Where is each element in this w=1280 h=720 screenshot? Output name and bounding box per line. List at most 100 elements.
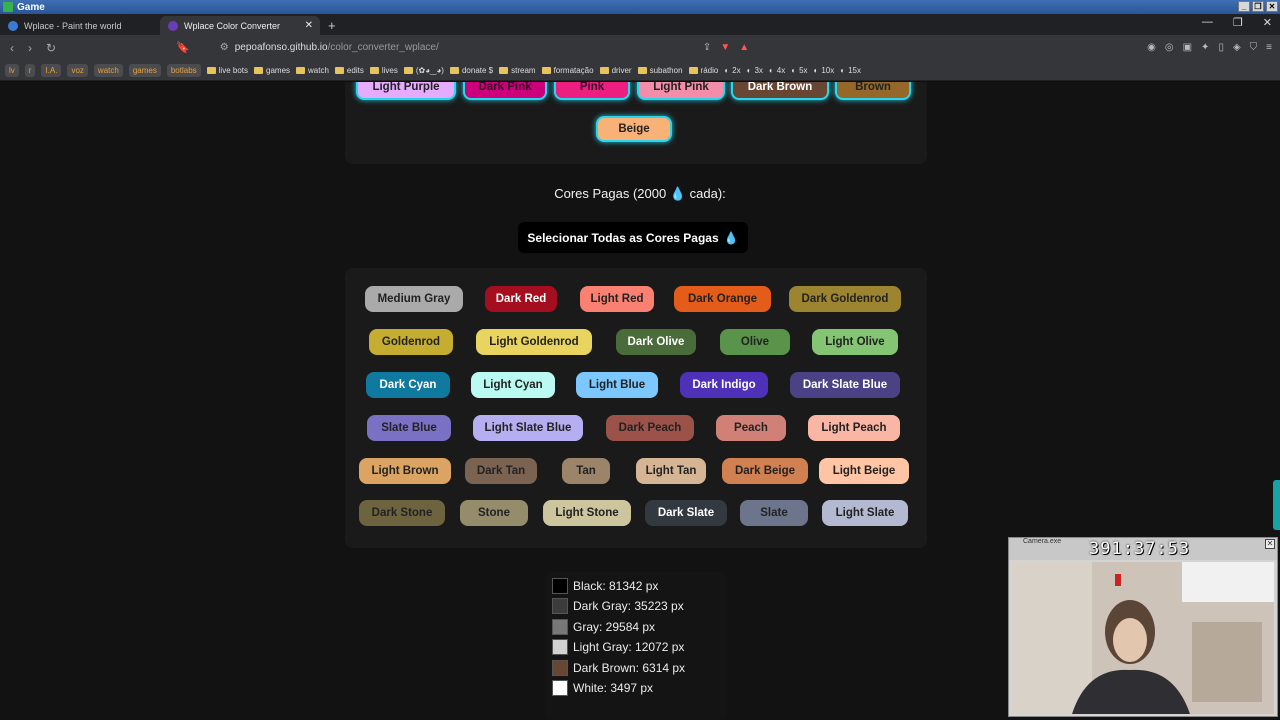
color-chip[interactable]: Tan: [562, 458, 610, 484]
share-icon[interactable]: ⇪: [703, 42, 711, 53]
bookmark-item[interactable]: edits: [334, 66, 364, 75]
color-chip[interactable]: Light Purple: [356, 82, 456, 100]
color-chip[interactable]: Beige: [596, 116, 672, 142]
color-chip[interactable]: Olive: [720, 329, 790, 355]
heading-suffix: cada):: [689, 186, 726, 201]
color-chip[interactable]: Dark Stone: [359, 500, 445, 526]
color-chip[interactable]: Dark Red: [485, 286, 557, 312]
maximize-icon[interactable]: ❐: [1233, 16, 1243, 29]
color-chip[interactable]: Stone: [460, 500, 528, 526]
browser-tab-converter[interactable]: Wplace Color Converter ✕: [160, 16, 320, 35]
color-chip[interactable]: Dark Goldenrod: [789, 286, 901, 312]
bookmark-item[interactable]: stream: [499, 66, 536, 75]
bookmark-item[interactable]: formatação: [541, 66, 594, 75]
extension-icon[interactable]: ◎: [1165, 42, 1174, 53]
color-chip[interactable]: Dark Brown: [731, 82, 829, 100]
bookmark-item[interactable]: lv: [5, 63, 19, 77]
color-chip[interactable]: Peach: [716, 415, 786, 441]
close-icon[interactable]: ✕: [1263, 16, 1272, 29]
color-chip[interactable]: Dark Beige: [722, 458, 808, 484]
minimize-icon[interactable]: _: [1238, 1, 1250, 12]
rewards-icon[interactable]: ▲: [739, 42, 749, 53]
bookmark-item[interactable]: ◐ 3x: [747, 66, 763, 75]
extensions-puzzle-icon[interactable]: ✦: [1201, 42, 1209, 53]
close-icon[interactable]: ✕: [1266, 1, 1278, 12]
reload-icon[interactable]: ↻: [46, 41, 56, 55]
close-tab-icon[interactable]: ✕: [305, 20, 313, 31]
color-chip[interactable]: Light Peach: [808, 415, 900, 441]
folder-icon: [254, 66, 263, 74]
extension-icon[interactable]: ◉: [1147, 42, 1156, 53]
color-chip[interactable]: Dark Olive: [616, 329, 696, 355]
color-chip[interactable]: Light Tan: [636, 458, 706, 484]
color-chip[interactable]: Dark Indigo: [680, 372, 768, 398]
bookmark-item[interactable]: rádio: [688, 66, 718, 75]
bookmark-item[interactable]: r: [24, 63, 36, 77]
color-chip[interactable]: Light Olive: [812, 329, 898, 355]
color-chip[interactable]: Light Beige: [819, 458, 909, 484]
extension-icon[interactable]: ▣: [1183, 42, 1192, 53]
color-chip[interactable]: Light Pink: [637, 82, 725, 100]
color-chip[interactable]: Slate Blue: [367, 415, 451, 441]
wallet-icon[interactable]: ◈: [1233, 42, 1241, 53]
color-chip-label: Dark Slate: [657, 507, 715, 519]
select-all-paid-button[interactable]: Selecionar Todas as Cores Pagas 💧: [518, 222, 748, 253]
bookmark-item[interactable]: ◐ 4x: [769, 66, 785, 75]
color-chip[interactable]: Light Stone: [543, 500, 631, 526]
color-chip[interactable]: Medium Gray: [365, 286, 463, 312]
color-chip[interactable]: Dark Cyan: [366, 372, 450, 398]
bookmark-item[interactable]: ◐ 2x: [724, 66, 740, 75]
browser-tab-strip: Wplace - Paint the world Wplace Color Co…: [0, 14, 1280, 35]
color-chip[interactable]: Dark Peach: [606, 415, 694, 441]
bookmark-icon[interactable]: 🔖: [176, 41, 190, 54]
bookmark-item[interactable]: donate $: [449, 66, 493, 75]
bookmark-item[interactable]: games: [254, 66, 290, 75]
color-chip[interactable]: Brown: [835, 82, 911, 100]
bookmark-item[interactable]: (✿◕‿◕): [403, 66, 444, 75]
forward-icon[interactable]: ›: [28, 41, 32, 55]
color-chip[interactable]: Light Cyan: [471, 372, 555, 398]
bookmark-item[interactable]: watch: [93, 63, 123, 77]
bookmark-item[interactable]: watch: [296, 66, 329, 75]
color-chip[interactable]: Goldenrod: [369, 329, 453, 355]
color-chip[interactable]: Light Blue: [576, 372, 658, 398]
sidebar-icon[interactable]: ▯: [1218, 42, 1224, 53]
color-chip[interactable]: Dark Tan: [465, 458, 537, 484]
bookmark-item[interactable]: games: [128, 63, 161, 77]
color-chip[interactable]: Light Slate Blue: [473, 415, 583, 441]
bookmark-item[interactable]: I.A.: [41, 63, 62, 77]
color-chip[interactable]: Dark Pink: [463, 82, 547, 100]
color-chip[interactable]: Pink: [554, 82, 630, 100]
minimize-icon[interactable]: —: [1202, 16, 1213, 29]
url-field[interactable]: ⚙ pepoafonso.github.io/color_converter_w…: [220, 42, 439, 53]
bookmark-item[interactable]: ◐ 10x: [814, 66, 835, 75]
bookmark-item[interactable]: voz: [67, 63, 88, 77]
brave-shield-icon[interactable]: ▼: [720, 42, 730, 53]
site-info-icon[interactable]: ⚙: [220, 42, 229, 53]
color-chip[interactable]: Dark Orange: [674, 286, 771, 312]
back-icon[interactable]: ‹: [10, 41, 14, 55]
color-chip[interactable]: Light Slate: [822, 500, 908, 526]
bookmark-item[interactable]: ◐ 5x: [791, 66, 807, 75]
color-chip[interactable]: Light Red: [580, 286, 654, 312]
vpn-icon[interactable]: ⛉: [1250, 42, 1258, 53]
color-chip[interactable]: Slate: [740, 500, 808, 526]
new-tab-button[interactable]: +: [328, 18, 336, 33]
color-chip[interactable]: Dark Slate: [645, 500, 727, 526]
close-icon[interactable]: ✕: [1265, 539, 1275, 549]
url-path: /color_converter_wplace/: [327, 42, 439, 53]
menu-icon[interactable]: ≡: [1266, 42, 1272, 53]
bookmark-item[interactable]: live bots: [206, 66, 248, 75]
color-chip[interactable]: Light Goldenrod: [476, 329, 592, 355]
bookmark-item[interactable]: botlabs: [166, 63, 201, 77]
bookmark-item[interactable]: driver: [599, 66, 632, 75]
restore-icon[interactable]: ❐: [1252, 1, 1264, 12]
bookmark-item[interactable]: lives: [369, 66, 398, 75]
color-chip[interactable]: Light Brown: [359, 458, 451, 484]
browser-tab-wplace[interactable]: Wplace - Paint the world: [0, 16, 160, 35]
color-chip[interactable]: Dark Slate Blue: [790, 372, 900, 398]
scroll-indicator[interactable]: [1273, 480, 1280, 530]
bookmark-item[interactable]: subathon: [637, 66, 683, 75]
bookmark-item[interactable]: ◐ 15x: [840, 66, 861, 75]
link-icon: ◐: [746, 65, 752, 75]
